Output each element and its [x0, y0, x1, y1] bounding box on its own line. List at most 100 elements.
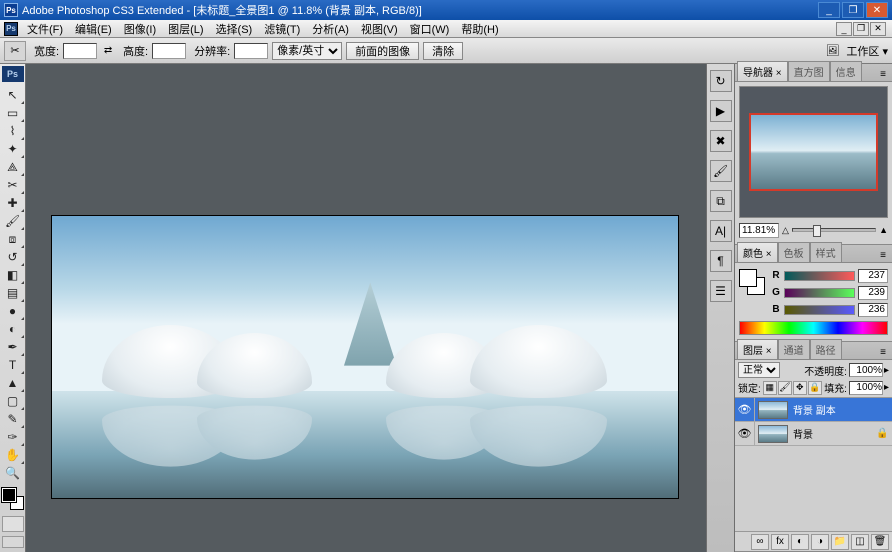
- lock-pixels-icon[interactable]: 🖌: [778, 381, 792, 395]
- workspace-dropdown[interactable]: 工作区 ▾: [846, 43, 888, 59]
- delete-layer-button[interactable]: 🗑: [871, 534, 889, 550]
- slider-r[interactable]: [784, 271, 855, 281]
- crop-tool-icon[interactable]: ✂: [4, 41, 26, 61]
- menu-file[interactable]: 文件(F): [21, 19, 69, 39]
- menu-window[interactable]: 窗口(W): [404, 19, 456, 39]
- color-spectrum[interactable]: [739, 321, 888, 335]
- dock-actions-icon[interactable]: ▶: [710, 100, 732, 122]
- slider-b[interactable]: [784, 305, 855, 315]
- value-r-input[interactable]: [858, 269, 888, 283]
- layers-menu-icon[interactable]: ≡: [876, 345, 890, 359]
- eraser-tool[interactable]: ◧: [2, 266, 24, 284]
- value-g-input[interactable]: [858, 286, 888, 300]
- visibility-icon[interactable]: 👁: [735, 422, 755, 445]
- marquee-tool[interactable]: ▭: [2, 104, 24, 122]
- crop-tool[interactable]: ⟁: [2, 158, 24, 176]
- tab-histogram[interactable]: 直方图: [788, 61, 830, 81]
- tab-navigator[interactable]: 导航器 ×: [737, 61, 788, 81]
- zoom-value-input[interactable]: [739, 223, 779, 238]
- fill-input[interactable]: [849, 381, 883, 395]
- tab-styles[interactable]: 样式: [810, 242, 842, 262]
- brush-tool[interactable]: 🖌: [2, 212, 24, 230]
- blur-tool[interactable]: ●: [2, 302, 24, 320]
- fg-swatch[interactable]: [739, 269, 757, 287]
- front-image-button[interactable]: 前面的图像: [346, 42, 419, 60]
- color-menu-icon[interactable]: ≡: [876, 248, 890, 262]
- width-input[interactable]: [63, 43, 97, 59]
- color-swatches[interactable]: [2, 488, 24, 510]
- bridge-icon[interactable]: 🖼: [822, 42, 842, 60]
- wand-tool[interactable]: ✦: [2, 140, 24, 158]
- dock-character-icon[interactable]: A|: [710, 220, 732, 242]
- dock-tool-presets-icon[interactable]: ✖: [710, 130, 732, 152]
- pen-tool[interactable]: ✒: [2, 338, 24, 356]
- path-select-tool[interactable]: ▲: [2, 374, 24, 392]
- gradient-tool[interactable]: ▤: [2, 284, 24, 302]
- screen-mode-buttons[interactable]: [2, 536, 24, 548]
- menu-layer[interactable]: 图层(L): [162, 19, 209, 39]
- slice-tool[interactable]: ✂: [2, 176, 24, 194]
- clear-button[interactable]: 清除: [423, 42, 463, 60]
- dock-clone-icon[interactable]: ⧉: [710, 190, 732, 212]
- menu-image[interactable]: 图像(I): [118, 19, 162, 39]
- navigator-menu-icon[interactable]: ≡: [876, 67, 890, 81]
- menu-select[interactable]: 选择(S): [210, 19, 259, 39]
- layer-mask-button[interactable]: ◐: [791, 534, 809, 550]
- dock-history-icon[interactable]: ↻: [710, 70, 732, 92]
- quick-mask-toggle[interactable]: [2, 516, 24, 532]
- tab-paths[interactable]: 路径: [810, 339, 842, 359]
- navigator-thumbnail[interactable]: [739, 86, 888, 218]
- menu-view[interactable]: 视图(V): [355, 19, 404, 39]
- menu-edit[interactable]: 编辑(E): [69, 19, 118, 39]
- opacity-dropdown-icon[interactable]: ▸: [884, 365, 889, 376]
- tab-layers[interactable]: 图层 ×: [737, 339, 778, 359]
- canvas-area[interactable]: [26, 64, 706, 552]
- lasso-tool[interactable]: ⌇: [2, 122, 24, 140]
- layer-style-button[interactable]: fx: [771, 534, 789, 550]
- unit-select[interactable]: 像素/英寸: [272, 42, 342, 60]
- shape-tool[interactable]: ▢: [2, 392, 24, 410]
- maximize-button[interactable]: ❐: [842, 2, 864, 18]
- hand-tool[interactable]: ✋: [2, 446, 24, 464]
- dock-layercomps-icon[interactable]: ☰: [710, 280, 732, 302]
- type-tool[interactable]: T: [2, 356, 24, 374]
- minimize-button[interactable]: _: [818, 2, 840, 18]
- color-picker-swatches[interactable]: [739, 269, 765, 295]
- opacity-input[interactable]: [849, 363, 883, 377]
- foreground-color-swatch[interactable]: [2, 488, 16, 502]
- adjustment-layer-button[interactable]: ◑: [811, 534, 829, 550]
- move-tool[interactable]: ↖: [2, 86, 24, 104]
- dock-paragraph-icon[interactable]: ¶: [710, 250, 732, 272]
- stamp-tool[interactable]: ⧈: [2, 230, 24, 248]
- lock-position-icon[interactable]: ✥: [793, 381, 807, 395]
- layer-thumbnail[interactable]: [758, 401, 788, 419]
- doc-minimize-button[interactable]: _: [836, 22, 852, 36]
- visibility-icon[interactable]: 👁: [735, 398, 755, 421]
- history-brush-tool[interactable]: ↺: [2, 248, 24, 266]
- menu-filter[interactable]: 滤镜(T): [258, 19, 306, 39]
- document-canvas[interactable]: [52, 216, 678, 498]
- layer-row[interactable]: 👁 背景 🔒: [735, 422, 892, 446]
- menu-help[interactable]: 帮助(H): [455, 19, 504, 39]
- notes-tool[interactable]: ✎: [2, 410, 24, 428]
- tab-channels[interactable]: 通道: [778, 339, 810, 359]
- tab-info[interactable]: 信息: [830, 61, 862, 81]
- lock-transparency-icon[interactable]: ▦: [763, 381, 777, 395]
- height-input[interactable]: [152, 43, 186, 59]
- zoom-slider[interactable]: [792, 228, 876, 232]
- new-layer-button[interactable]: ◫: [851, 534, 869, 550]
- zoom-tool[interactable]: 🔍: [2, 464, 24, 482]
- close-button[interactable]: ✕: [866, 2, 888, 18]
- menu-analysis[interactable]: 分析(A): [306, 19, 355, 39]
- layer-name[interactable]: 背景: [791, 426, 876, 441]
- layer-thumbnail[interactable]: [758, 425, 788, 443]
- lock-all-icon[interactable]: 🔒: [808, 381, 822, 395]
- eyedropper-tool[interactable]: ✑: [2, 428, 24, 446]
- dodge-tool[interactable]: ◐: [2, 320, 24, 338]
- zoom-out-icon[interactable]: △: [782, 225, 789, 236]
- navigator-view-box[interactable]: [749, 113, 878, 191]
- zoom-in-icon[interactable]: ▲: [879, 225, 888, 235]
- layer-name[interactable]: 背景 副本: [791, 402, 876, 417]
- layer-row[interactable]: 👁 背景 副本: [735, 398, 892, 422]
- tab-swatches[interactable]: 色板: [778, 242, 810, 262]
